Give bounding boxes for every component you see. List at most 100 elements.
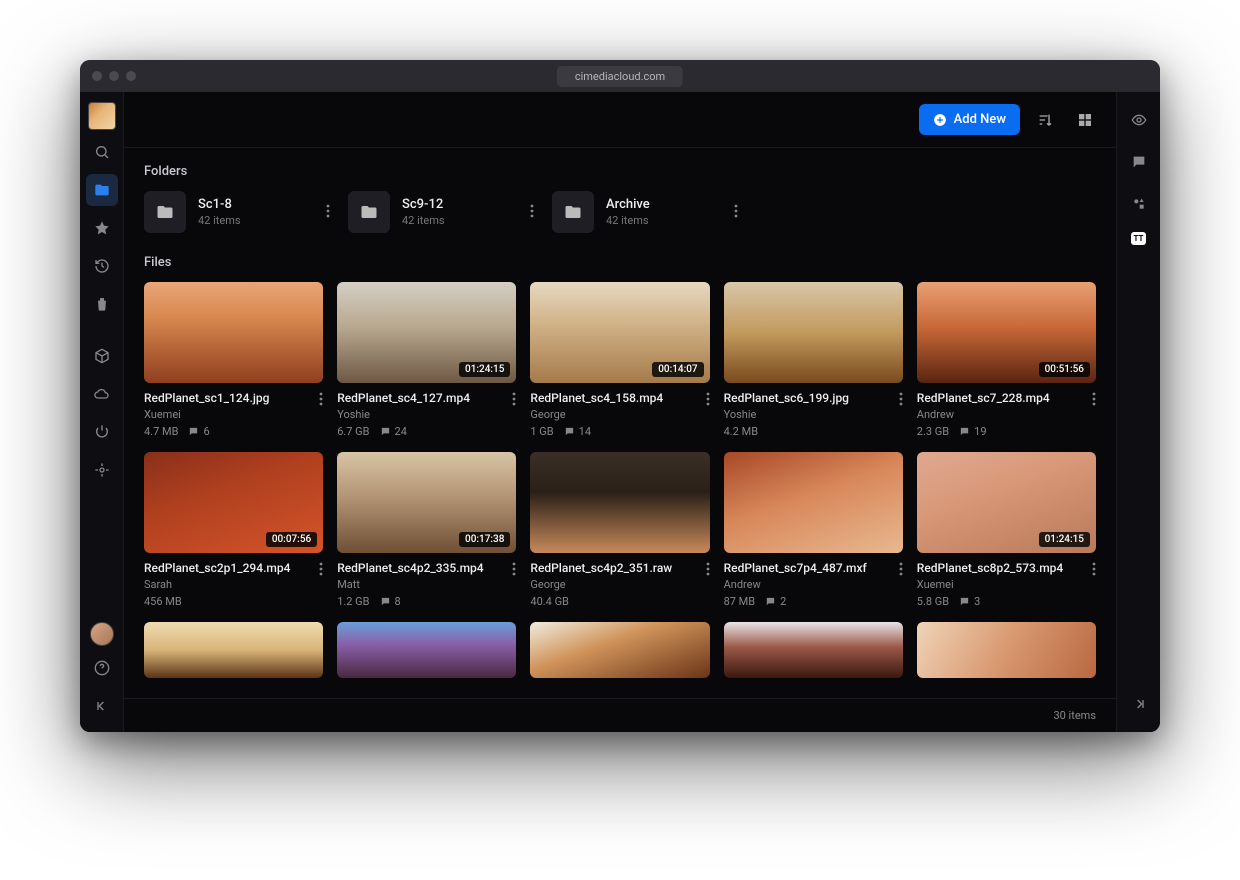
url-bar[interactable]: cimediacloud.com: [557, 66, 683, 87]
more-icon[interactable]: [319, 553, 323, 580]
folder-icon[interactable]: [86, 174, 118, 206]
file-card[interactable]: RedPlanet_sc1_124.jpg Xuemei 4.7 MB6: [144, 282, 323, 438]
file-card[interactable]: 01:24:15 RedPlanet_sc4_127.mp4 Yoshie 6.…: [337, 282, 516, 438]
history-icon[interactable]: [86, 250, 118, 282]
folder-icon: [552, 191, 594, 233]
folder-name: Archive: [606, 197, 718, 212]
folder-item[interactable]: Sc9-12 42 items: [348, 191, 538, 233]
shapes-icon[interactable]: [1125, 190, 1153, 218]
file-card[interactable]: 00:51:56 RedPlanet_sc7_228.mp4 Andrew 2.…: [917, 282, 1096, 438]
file-size: 4.2 MB: [724, 425, 758, 438]
collapse-icon[interactable]: [86, 690, 118, 722]
more-icon[interactable]: [1092, 383, 1096, 410]
file-card[interactable]: [530, 622, 709, 678]
file-author: George: [530, 578, 699, 591]
file-author: Yoshie: [337, 408, 506, 421]
more-icon[interactable]: [899, 383, 903, 410]
more-icon[interactable]: [512, 553, 516, 580]
comment-count: 6: [188, 425, 209, 438]
trash-icon[interactable]: [86, 288, 118, 320]
folder-name: Sc1-8: [198, 197, 310, 212]
file-thumbnail[interactable]: [144, 622, 323, 678]
window-controls[interactable]: [92, 71, 136, 81]
file-card[interactable]: [724, 622, 903, 678]
file-size: 2.3 GB: [917, 425, 949, 438]
tt-badge[interactable]: TT: [1131, 232, 1147, 245]
minimize-dot[interactable]: [109, 71, 119, 81]
more-icon[interactable]: [706, 553, 710, 580]
file-name: RedPlanet_sc1_124.jpg: [144, 391, 313, 405]
maximize-dot[interactable]: [126, 71, 136, 81]
power-icon[interactable]: [86, 416, 118, 448]
grid-view-icon[interactable]: [1070, 105, 1100, 135]
file-name: RedPlanet_sc7_228.mp4: [917, 391, 1086, 405]
more-icon[interactable]: [526, 199, 538, 226]
file-thumbnail[interactable]: [917, 622, 1096, 678]
search-icon[interactable]: [86, 136, 118, 168]
file-name: RedPlanet_sc6_199.jpg: [724, 391, 893, 405]
more-icon[interactable]: [899, 553, 903, 580]
more-icon[interactable]: [706, 383, 710, 410]
comment-count: 2: [765, 595, 786, 608]
user-avatar[interactable]: [90, 622, 114, 646]
file-card[interactable]: 01:24:15 RedPlanet_sc8p2_573.mp4 Xuemei …: [917, 452, 1096, 608]
comment-count: 14: [564, 425, 591, 438]
app-window: cimediacloud.com Add New: [80, 60, 1160, 732]
file-thumbnail[interactable]: 00:07:56: [144, 452, 323, 553]
file-name: RedPlanet_sc4p2_351.raw: [530, 561, 699, 575]
duration-badge: 00:07:56: [266, 532, 317, 547]
comment-icon[interactable]: [1125, 148, 1153, 176]
workspace-thumb[interactable]: [88, 102, 116, 130]
more-icon[interactable]: [1092, 553, 1096, 580]
folder-item[interactable]: Sc1-8 42 items: [144, 191, 334, 233]
folders-heading: Folders: [144, 164, 1096, 179]
main-area: Add New Folders Sc1-8 42 items Sc9-12 42…: [124, 92, 1116, 732]
file-thumbnail[interactable]: [530, 452, 709, 553]
eye-icon[interactable]: [1125, 106, 1153, 134]
more-icon[interactable]: [322, 199, 334, 226]
file-thumbnail[interactable]: 01:24:15: [917, 452, 1096, 553]
more-icon[interactable]: [512, 383, 516, 410]
target-icon[interactable]: [86, 454, 118, 486]
more-icon[interactable]: [730, 199, 742, 226]
expand-icon[interactable]: [1125, 690, 1153, 718]
titlebar: cimediacloud.com: [80, 60, 1160, 92]
cube-icon[interactable]: [86, 340, 118, 372]
file-author: Andrew: [724, 578, 893, 591]
file-thumbnail[interactable]: 00:17:38: [337, 452, 516, 553]
file-card[interactable]: [917, 622, 1096, 678]
file-card[interactable]: [337, 622, 516, 678]
file-size: 40.4 GB: [530, 595, 569, 608]
folder-item[interactable]: Archive 42 items: [552, 191, 742, 233]
file-card[interactable]: RedPlanet_sc6_199.jpg Yoshie 4.2 MB: [724, 282, 903, 438]
file-name: RedPlanet_sc8p2_573.mp4: [917, 561, 1086, 575]
add-new-button[interactable]: Add New: [919, 104, 1020, 135]
file-thumbnail[interactable]: [530, 622, 709, 678]
file-name: RedPlanet_sc4p2_335.mp4: [337, 561, 506, 575]
file-card[interactable]: 00:17:38 RedPlanet_sc4p2_335.mp4 Matt 1.…: [337, 452, 516, 608]
file-card[interactable]: [144, 622, 323, 678]
comment-count: 8: [380, 595, 401, 608]
file-thumbnail[interactable]: [144, 282, 323, 383]
file-card[interactable]: RedPlanet_sc4p2_351.raw George 40.4 GB: [530, 452, 709, 608]
file-thumbnail[interactable]: [724, 282, 903, 383]
close-dot[interactable]: [92, 71, 102, 81]
cloud-icon[interactable]: [86, 378, 118, 410]
file-thumbnail[interactable]: [724, 452, 903, 553]
right-rail: TT: [1116, 92, 1160, 732]
file-thumbnail[interactable]: [724, 622, 903, 678]
star-icon[interactable]: [86, 212, 118, 244]
duration-badge: 00:51:56: [1039, 362, 1090, 377]
file-card[interactable]: 00:14:07 RedPlanet_sc4_158.mp4 George 1 …: [530, 282, 709, 438]
file-thumbnail[interactable]: 00:51:56: [917, 282, 1096, 383]
folder-count: 42 items: [198, 214, 310, 227]
more-icon[interactable]: [319, 383, 323, 410]
file-thumbnail[interactable]: 01:24:15: [337, 282, 516, 383]
file-thumbnail[interactable]: [337, 622, 516, 678]
duration-badge: 00:14:07: [652, 362, 703, 377]
file-card[interactable]: 00:07:56 RedPlanet_sc2p1_294.mp4 Sarah 4…: [144, 452, 323, 608]
sort-icon[interactable]: [1030, 105, 1060, 135]
help-icon[interactable]: [86, 652, 118, 684]
file-card[interactable]: RedPlanet_sc7p4_487.mxf Andrew 87 MB2: [724, 452, 903, 608]
file-thumbnail[interactable]: 00:14:07: [530, 282, 709, 383]
